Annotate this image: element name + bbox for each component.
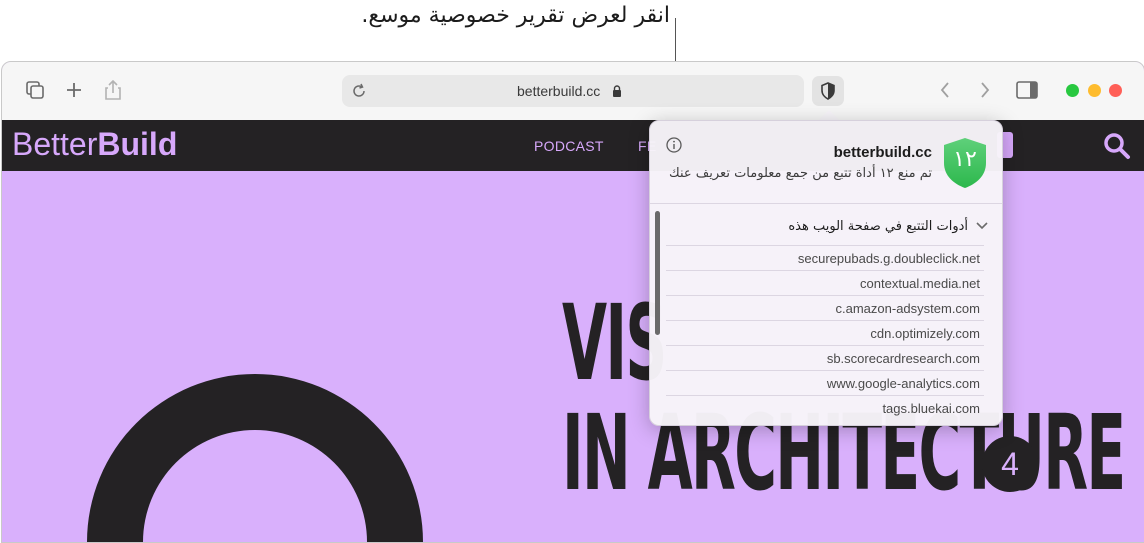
- logo-bold-text: Build: [97, 126, 178, 162]
- chevron-left-icon: [940, 82, 949, 98]
- zoom-window-button[interactable]: [1066, 84, 1079, 97]
- popover-description: تم منع ١٢ أداة تتبع من جمع معلومات تعريف…: [669, 166, 932, 181]
- plus-icon: [67, 83, 81, 97]
- popover-divider: [650, 203, 1002, 204]
- tracker-item: cdn.optimizely.com: [666, 320, 984, 345]
- reload-icon[interactable]: [346, 78, 372, 104]
- tracker-item: contextual.media.net: [666, 270, 984, 295]
- info-icon[interactable]: [666, 137, 682, 153]
- sidebar-icon: [1016, 81, 1038, 99]
- minimize-window-button[interactable]: [1088, 84, 1101, 97]
- shield-icon: [821, 82, 835, 100]
- arch-graphic: [87, 374, 423, 542]
- site-logo[interactable]: BetterBuild: [12, 126, 177, 163]
- new-tab-button[interactable]: [61, 77, 87, 103]
- logo-light-text: Better: [12, 126, 98, 162]
- lock-icon: [613, 85, 621, 97]
- nav-link-podcast[interactable]: PODCAST: [534, 138, 604, 154]
- trackers-section-title[interactable]: أدوات التتبع في صفحة الويب هذه: [788, 219, 968, 234]
- popover-scrollbar[interactable]: [655, 211, 660, 335]
- share-button[interactable]: [100, 77, 126, 103]
- tracker-item: c.amazon-adsystem.com: [666, 295, 984, 320]
- back-button[interactable]: [932, 77, 958, 103]
- sidebar-button[interactable]: [1014, 77, 1040, 103]
- privacy-report-button[interactable]: [812, 76, 844, 106]
- privacy-report-popover: ١٢ betterbuild.cc تم منع ١٢ أداة تتبع من…: [649, 120, 1003, 426]
- forward-button[interactable]: [972, 77, 998, 103]
- chevron-down-icon[interactable]: [975, 219, 989, 233]
- issue-badge: 4: [982, 436, 1038, 492]
- share-icon: [105, 80, 121, 100]
- popover-site-name: betterbuild.cc: [833, 144, 932, 161]
- address-text: betterbuild.cc: [517, 83, 601, 99]
- tracker-item: tags.bluekai.com: [666, 395, 984, 420]
- tracker-item: sb.scorecardresearch.com: [666, 345, 984, 370]
- browser-toolbar: betterbuild.cc: [2, 62, 1144, 121]
- tracker-item: securepubads.g.doubleclick.net: [666, 245, 984, 270]
- tracker-item: www.google-analytics.com: [666, 370, 984, 395]
- tracker-list: securepubads.g.doubleclick.net contextua…: [666, 245, 984, 420]
- address-bar[interactable]: betterbuild.cc: [342, 75, 804, 107]
- callout-text: انقر لعرض تقرير خصوصية موسع.: [361, 3, 670, 28]
- search-icon[interactable]: [1102, 131, 1132, 161]
- chevron-right-icon: [981, 82, 990, 98]
- close-window-button[interactable]: [1109, 84, 1122, 97]
- tracker-count: ١٢: [953, 147, 977, 172]
- tabs-overview-icon[interactable]: [22, 77, 48, 103]
